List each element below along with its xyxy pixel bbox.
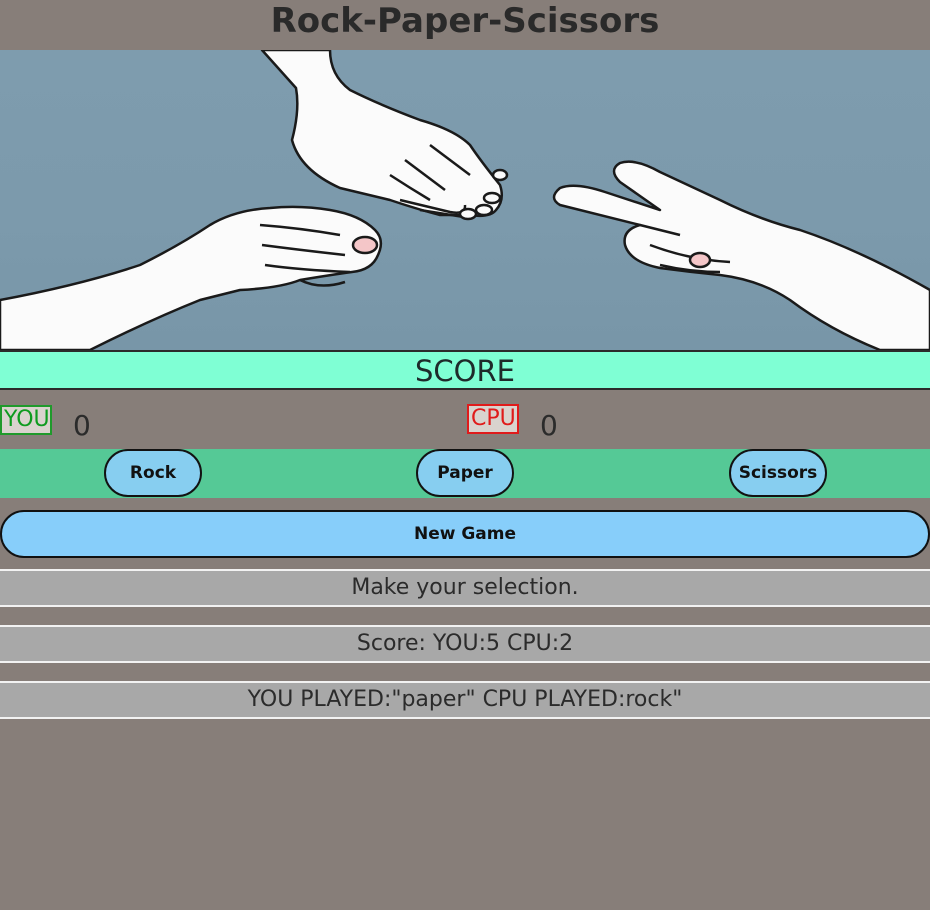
rock-fist: [0, 205, 383, 350]
status-message: Make your selection.: [0, 569, 930, 607]
game-page: Rock-Paper-Scissors SCORE YOU 0 CPU 0 Ro…: [0, 0, 930, 910]
last-play-message: YOU PLAYED:"paper" CPU PLAYED:rock": [0, 681, 930, 719]
choice-bar: Rock Paper Scissors: [0, 449, 930, 498]
score-header: SCORE: [0, 350, 930, 390]
paper-button[interactable]: Paper: [416, 449, 514, 497]
you-score-value: 0: [73, 409, 91, 442]
hands-illustration: [0, 50, 930, 350]
paper-hand: [260, 50, 509, 221]
cpu-score-value: 0: [540, 409, 558, 442]
scissors-hand: [552, 160, 930, 350]
score-summary: Score: YOU:5 CPU:2: [0, 625, 930, 663]
page-title: Rock-Paper-Scissors: [270, 1, 660, 41]
hero-image: [0, 50, 930, 350]
cpu-score-label: CPU: [467, 404, 519, 434]
rock-button[interactable]: Rock: [104, 449, 202, 497]
you-score-label: YOU: [0, 405, 52, 435]
scissors-button[interactable]: Scissors: [729, 449, 827, 497]
new-game-button[interactable]: New Game: [0, 510, 930, 558]
